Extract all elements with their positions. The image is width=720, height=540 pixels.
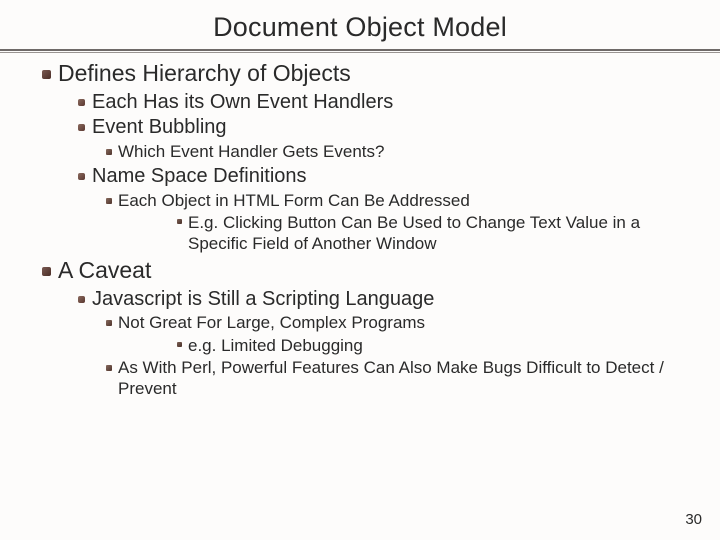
bullet-level1: A Caveat xyxy=(58,256,700,285)
bullet-level2: Name Space Definitions xyxy=(92,164,700,188)
bullet-level3: As With Perl, Powerful Features Can Also… xyxy=(118,358,700,399)
page-number: 30 xyxy=(685,511,702,528)
bullet-level2: Each Has its Own Event Handlers xyxy=(92,90,700,114)
slide: Document Object Model Defines Hierarchy … xyxy=(0,0,720,540)
bullet-level3: Which Event Handler Gets Events? xyxy=(118,142,700,163)
slide-body: Defines Hierarchy of Objects Each Has it… xyxy=(0,55,720,400)
title-underline xyxy=(0,49,720,55)
bullet-level2: Javascript is Still a Scripting Language xyxy=(92,287,700,311)
bullet-level2: Event Bubbling xyxy=(92,115,700,139)
bullet-level3: Each Object in HTML Form Can Be Addresse… xyxy=(118,191,700,212)
bullet-level1: Defines Hierarchy of Objects xyxy=(58,59,700,88)
bullet-level4: E.g. Clicking Button Can Be Used to Chan… xyxy=(188,213,700,254)
slide-title: Document Object Model xyxy=(0,12,720,43)
bullet-level4: e.g. Limited Debugging xyxy=(188,336,700,356)
bullet-level3: Not Great For Large, Complex Programs xyxy=(118,313,700,334)
